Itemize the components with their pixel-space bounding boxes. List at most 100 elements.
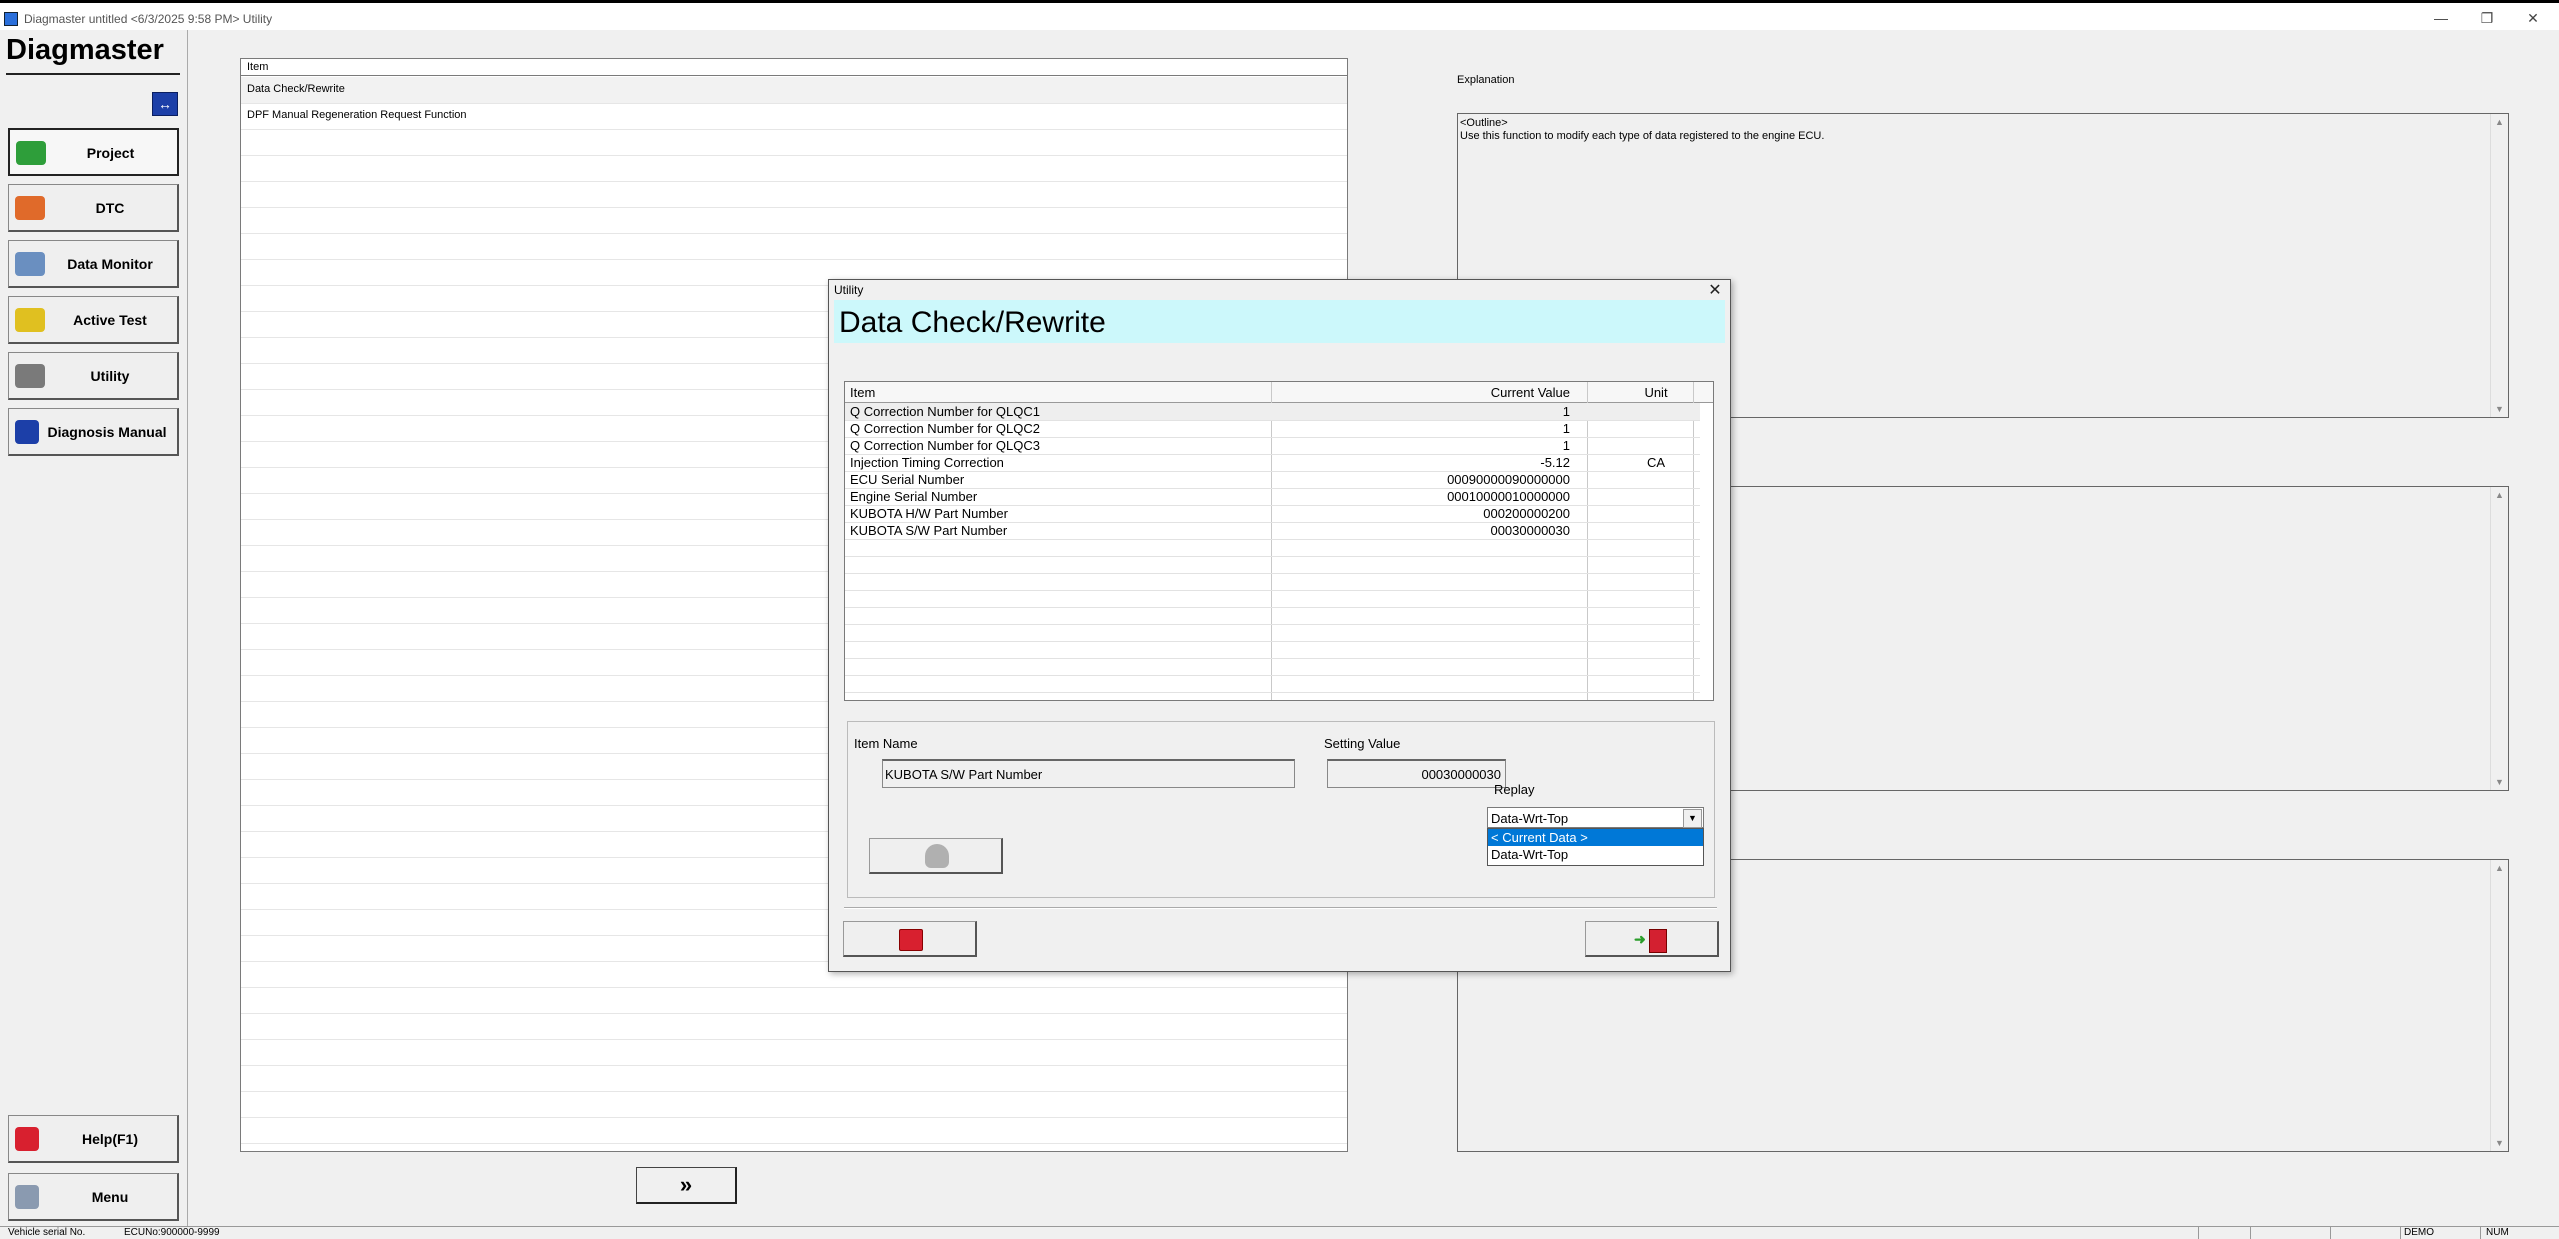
grid-row[interactable] (845, 641, 1700, 659)
item-cell: Q Correction Number for QLQC2 (850, 421, 1041, 436)
item-name-value: KUBOTA S/W Part Number (885, 767, 1043, 782)
value-cell: 00030000030 (1490, 523, 1570, 538)
nav-active-test-button[interactable]: Active Test (8, 296, 179, 344)
next-button[interactable]: » (636, 1167, 737, 1204)
scrollbar[interactable]: ▲ ▼ (2490, 487, 2508, 790)
nav-data-monitor-button[interactable]: Data Monitor (8, 240, 179, 288)
grid-row[interactable]: Engine Serial Number 00010000010000000 (845, 488, 1700, 506)
swap-icon[interactable]: ↔ (152, 92, 178, 116)
scrollbar[interactable]: ▲ ▼ (2490, 114, 2508, 417)
chevron-down-icon[interactable]: ▼ (1683, 809, 1702, 828)
row-label: Data Check/Rewrite (247, 83, 345, 95)
grid-row[interactable]: KUBOTA S/W Part Number 00030000030 (845, 522, 1700, 540)
grid-row[interactable] (845, 624, 1700, 642)
empty-row (241, 207, 1347, 234)
scrollbar[interactable]: ▲ ▼ (2490, 860, 2508, 1151)
grid-row[interactable]: KUBOTA H/W Part Number 000200000200 (845, 505, 1700, 523)
grid-row[interactable]: Injection Timing Correction -5.12 CA (845, 454, 1700, 472)
nav-diagnosis-manual-button[interactable]: Diagnosis Manual (8, 408, 179, 456)
setting-value-field[interactable]: 00030000030 (1327, 759, 1506, 788)
value-cell: 1 (1562, 421, 1570, 436)
write-button[interactable] (869, 838, 1003, 874)
vehicle-serial-label: Vehicle serial No. (8, 1227, 86, 1238)
replay-dropdown[interactable]: Data-Wrt-Top ▼ (1487, 807, 1704, 828)
value-cell: 1 (1562, 438, 1570, 453)
demo-indicator: DEMO (2404, 1227, 2434, 1238)
dtc-icon (15, 196, 45, 220)
item-name-field: KUBOTA S/W Part Number (882, 759, 1295, 788)
grid-row[interactable] (845, 590, 1700, 608)
manual-icon (15, 420, 39, 444)
current-value-column-header: Current Value (1490, 385, 1570, 400)
item-name-label: Item Name (854, 736, 918, 751)
utility-item-row[interactable]: DPF Manual Regeneration Request Function (241, 103, 1347, 130)
grid-row[interactable] (845, 573, 1700, 591)
empty-row (241, 129, 1347, 156)
arrow-icon: ➜ (1634, 931, 1646, 947)
empty-row (241, 1091, 1347, 1118)
grid-header: Item Current Value Unit (845, 382, 1713, 403)
nav-label: Help(F1) (82, 1131, 138, 1147)
replay-option[interactable]: Data-Wrt-Top (1488, 846, 1703, 863)
setting-value: 00030000030 (1421, 767, 1501, 782)
value-cell: 00090000090000000 (1447, 472, 1570, 487)
grid-row[interactable] (845, 675, 1700, 693)
title-bar: Diagmaster untitled <6/3/2025 9:58 PM> U… (0, 0, 2559, 30)
value-cell: 1 (1562, 404, 1570, 419)
help-button[interactable] (843, 921, 977, 957)
data-monitor-icon (15, 252, 45, 276)
nav-label: Diagnosis Manual (47, 424, 167, 440)
replay-label: Replay (1494, 782, 1535, 797)
unit-column-header: Unit (1644, 385, 1668, 400)
dialog-heading: Data Check/Rewrite (839, 306, 1106, 339)
ecu-number: ECUNo:900000-9999 (124, 1227, 220, 1238)
help-icon (15, 1127, 39, 1151)
empty-row (241, 1039, 1347, 1066)
nav-label: DTC (95, 200, 125, 216)
close-window-button[interactable]: ✕ (2510, 6, 2556, 30)
nav-utility-button[interactable]: Utility (8, 352, 179, 400)
nav-label: Menu (91, 1189, 129, 1205)
item-column-header: Item (850, 385, 876, 400)
empty-row (241, 1065, 1347, 1092)
nav-project-button[interactable]: Project (8, 128, 179, 176)
nav-help-button[interactable]: Help(F1) (8, 1115, 179, 1163)
utility-item-row[interactable]: Data Check/Rewrite (241, 77, 1347, 104)
nav-label: Active Test (73, 312, 147, 328)
app-icon (4, 12, 18, 26)
item-column-header: Item (247, 61, 269, 73)
replay-option[interactable]: < Current Data > (1488, 829, 1703, 846)
minimize-button[interactable]: — (2418, 6, 2464, 30)
grid-row[interactable]: Q Correction Number for QLQC1 1 (845, 403, 1700, 421)
active-test-icon (15, 308, 45, 332)
setting-value-label: Setting Value (1324, 736, 1401, 751)
value-cell: 00010000010000000 (1447, 489, 1570, 504)
grid-row[interactable] (845, 539, 1700, 557)
project-icon (16, 141, 46, 165)
dialog-title: Utility (834, 283, 864, 297)
value-cell: 000200000200 (1483, 506, 1570, 521)
exit-door-icon (1649, 929, 1667, 953)
replay-options-list: < Current Data > Data-Wrt-Top (1487, 828, 1704, 866)
item-cell: Injection Timing Correction (850, 455, 1004, 470)
nav-menu-button[interactable]: Menu (8, 1173, 179, 1221)
grid-row[interactable] (845, 658, 1700, 676)
table-header: Item (241, 59, 1347, 76)
grid-row[interactable]: Q Correction Number for QLQC2 1 (845, 420, 1700, 438)
grid-row[interactable]: ECU Serial Number 00090000090000000 (845, 471, 1700, 489)
nav-dtc-button[interactable]: DTC (8, 184, 179, 232)
row-label: DPF Manual Regeneration Request Function (247, 109, 467, 121)
dialog-close-button[interactable]: ✕ (1702, 280, 1728, 302)
item-cell: Q Correction Number for QLQC1 (850, 404, 1041, 419)
empty-row (241, 155, 1347, 182)
logo: Diagmaster (6, 34, 164, 66)
unit-cell: CA (1646, 455, 1666, 470)
maximize-button[interactable]: ❐ (2464, 6, 2510, 30)
item-cell: ECU Serial Number (850, 472, 965, 487)
explanation-label: Explanation (1457, 74, 1515, 86)
grid-row[interactable]: Q Correction Number for QLQC3 1 (845, 437, 1700, 455)
exit-button[interactable]: ➜ (1585, 921, 1719, 957)
grid-row[interactable] (845, 607, 1700, 625)
grid-row[interactable] (845, 556, 1700, 574)
explanation-text: <Outline> Use this function to modify ea… (1460, 117, 1825, 142)
